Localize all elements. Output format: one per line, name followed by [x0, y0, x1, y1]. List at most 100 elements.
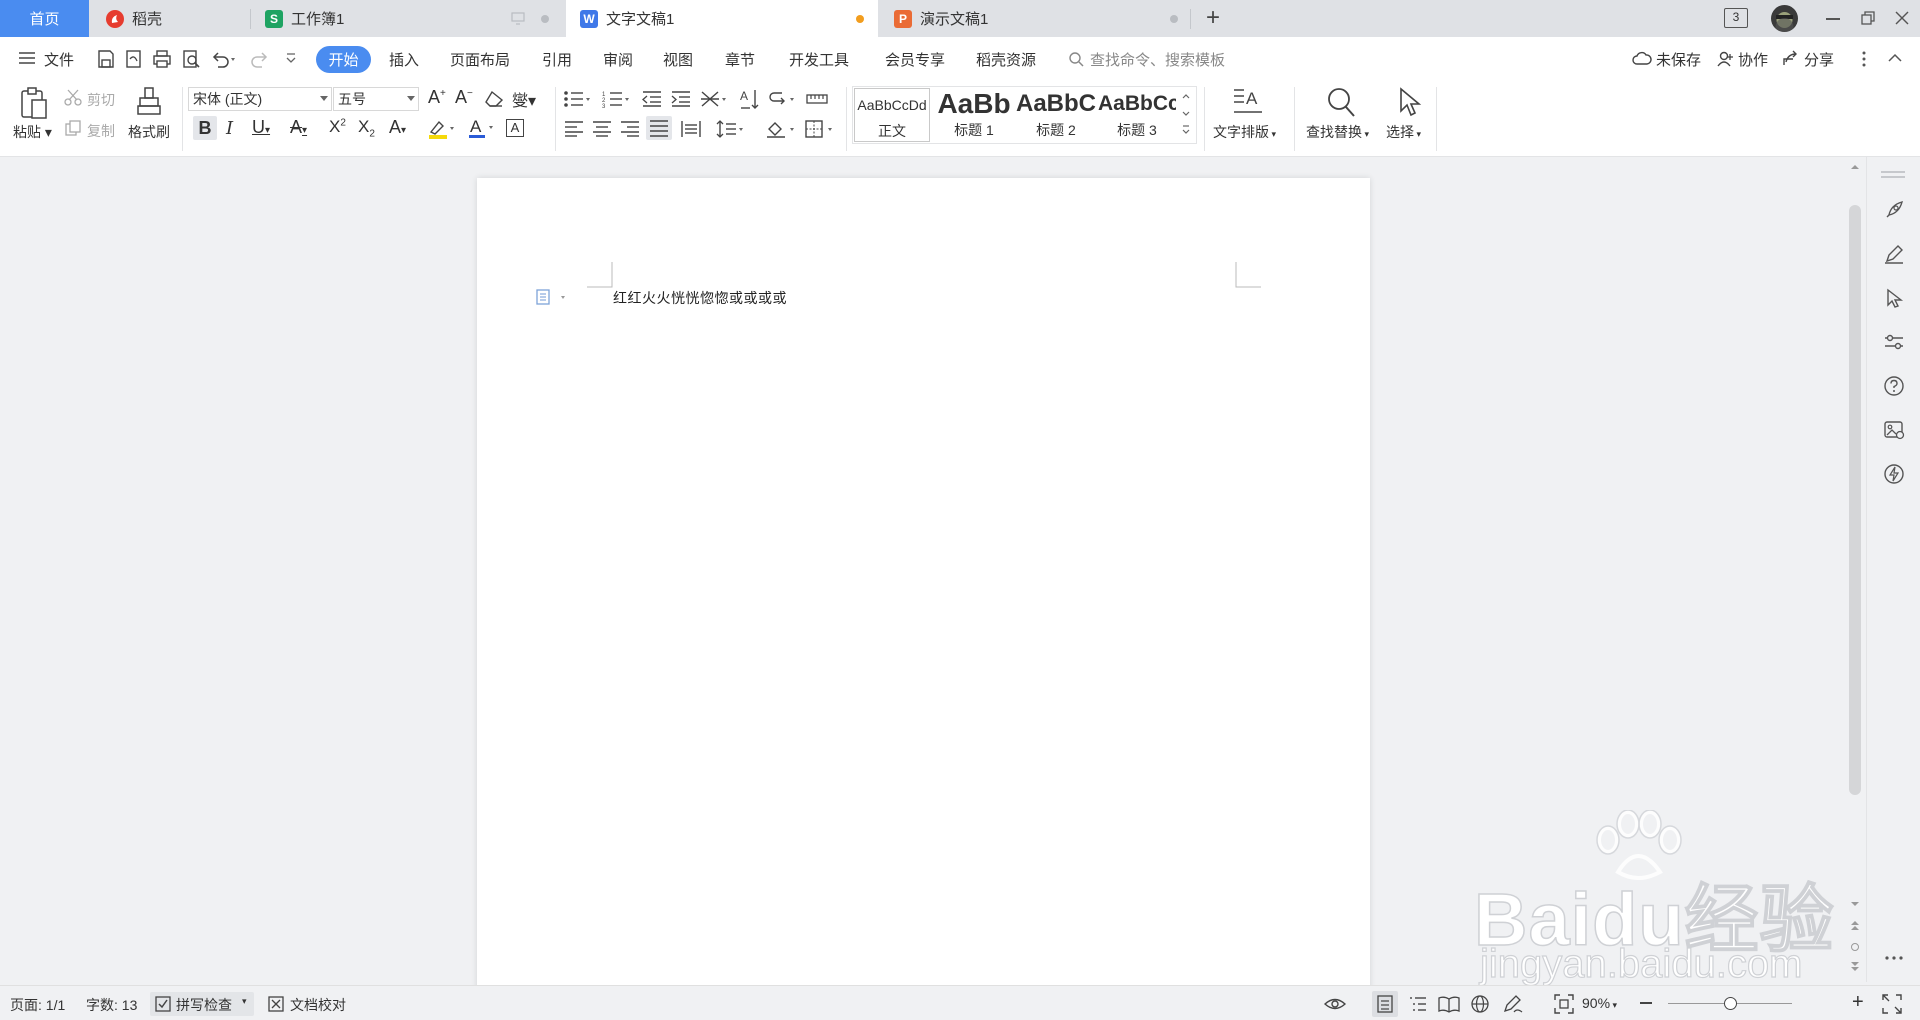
export-pdf-icon[interactable]	[124, 49, 144, 69]
menu-developer[interactable]: 开发工具	[789, 49, 849, 70]
bullet-list-icon[interactable]	[563, 90, 593, 108]
zoom-out-button[interactable]	[1640, 1002, 1652, 1004]
italic-button[interactable]: I	[226, 118, 233, 139]
style-normal[interactable]: AaBbCcDd 正文	[854, 88, 930, 142]
align-left-icon[interactable]	[564, 120, 584, 138]
fullscreen-icon[interactable]	[1882, 994, 1902, 1014]
highlight-icon[interactable]	[427, 118, 455, 140]
word-count[interactable]: 字数: 13	[86, 995, 137, 1015]
image-tool-icon[interactable]	[1883, 419, 1905, 441]
zoom-slider-thumb[interactable]	[1724, 997, 1737, 1010]
tab-status-dot[interactable]	[541, 15, 549, 23]
window-count-button[interactable]: 3	[1724, 8, 1748, 28]
menu-review[interactable]: 审阅	[603, 49, 633, 70]
hamburger-icon[interactable]	[18, 51, 36, 65]
share-button[interactable]: 分享	[1804, 49, 1834, 70]
scroll-down-icon[interactable]	[1850, 900, 1860, 908]
cut-button[interactable]: 剪切	[87, 90, 115, 110]
font-color-icon[interactable]: A	[468, 117, 496, 139]
paste-button[interactable]: 粘贴 ▾	[13, 122, 52, 142]
more-panel-icon[interactable]	[1883, 955, 1905, 961]
distributed-align-icon[interactable]	[680, 119, 702, 139]
print-preview-icon[interactable]	[181, 49, 201, 69]
menu-page-layout[interactable]: 页面布局	[450, 49, 510, 70]
save-icon[interactable]	[96, 49, 116, 69]
pen-icon[interactable]	[1883, 243, 1905, 265]
undo-icon[interactable]	[210, 49, 236, 69]
unsaved-status-button[interactable]: 未保存	[1656, 49, 1701, 70]
help-icon[interactable]	[1883, 375, 1905, 397]
pointer-icon[interactable]	[1883, 287, 1905, 309]
shading-icon[interactable]	[765, 119, 797, 139]
lightning-icon[interactable]	[1883, 463, 1905, 485]
paragraph-options-icon[interactable]	[535, 288, 569, 306]
borders-icon[interactable]	[804, 119, 836, 139]
page-view-button[interactable]	[1372, 991, 1398, 1017]
tab-home-ribbon[interactable]: 开始	[316, 46, 371, 73]
proofread-button[interactable]: 文档校对	[290, 995, 346, 1015]
more-options-icon[interactable]	[1862, 51, 1866, 67]
tab-presentation1[interactable]: P 演示文稿1	[880, 0, 1190, 37]
menu-member[interactable]: 会员专享	[885, 49, 945, 70]
menu-insert[interactable]: 插入	[389, 49, 419, 70]
tab-daoke[interactable]: 稻壳	[96, 0, 246, 37]
menu-daoke-resources[interactable]: 稻壳资源	[976, 49, 1036, 70]
rocket-icon[interactable]	[1883, 199, 1905, 221]
sort-icon[interactable]: A	[740, 88, 760, 110]
text-effect-button[interactable]: A▾	[389, 117, 406, 138]
document-page[interactable]: 红红火火恍恍惚惚或或或或	[477, 178, 1370, 1020]
scroll-up-icon[interactable]	[1850, 163, 1860, 171]
outline-view-icon[interactable]	[1408, 995, 1428, 1013]
line-spacing-icon[interactable]	[716, 119, 746, 139]
align-right-icon[interactable]	[620, 120, 640, 138]
strikethrough-button[interactable]: A▾	[290, 117, 307, 138]
writing-mode-icon[interactable]	[1502, 994, 1524, 1014]
bold-button[interactable]: B	[193, 116, 217, 140]
tab-document1[interactable]: W 文字文稿1	[566, 0, 878, 37]
tab-home[interactable]: 首页	[0, 0, 89, 37]
eye-protection-icon[interactable]	[1324, 995, 1346, 1013]
show-marks-icon[interactable]	[768, 90, 798, 108]
document-text[interactable]: 红红火火恍恍惚惚或或或或	[613, 288, 787, 308]
gallery-scroll-icon[interactable]	[1180, 90, 1192, 140]
shrink-font-icon[interactable]: A−	[455, 87, 473, 108]
tab-status-dot[interactable]	[1170, 15, 1178, 23]
reading-view-icon[interactable]	[1438, 995, 1460, 1013]
menu-references[interactable]: 引用	[542, 49, 572, 70]
spell-check-button[interactable]: 拼写检查 ▾	[150, 992, 254, 1016]
style-heading-3[interactable]: AaBbCc 标题 3	[1098, 88, 1176, 142]
unsaved-dot[interactable]	[856, 15, 864, 23]
restore-button[interactable]	[1860, 10, 1876, 26]
menu-file[interactable]: 文件	[44, 49, 74, 70]
clear-format-icon[interactable]	[484, 90, 504, 108]
minimize-button[interactable]	[1826, 18, 1840, 20]
grow-font-icon[interactable]: A+	[428, 87, 446, 108]
text-layout-button[interactable]: 文字排版 ▾	[1213, 122, 1276, 142]
close-button[interactable]	[1894, 10, 1910, 26]
command-search-input[interactable]: 查找命令、搜索模板	[1090, 49, 1225, 70]
browse-object-icon[interactable]	[1851, 943, 1859, 951]
collaborate-button[interactable]: 协作	[1738, 49, 1768, 70]
increase-indent-icon[interactable]	[670, 90, 692, 108]
subscript-button[interactable]: X2	[358, 117, 375, 139]
settings-sliders-icon[interactable]	[1883, 331, 1905, 353]
previous-page-icon[interactable]	[1850, 920, 1860, 932]
char-border-icon[interactable]: A	[506, 119, 524, 137]
font-name-select[interactable]: 宋体 (正文)	[188, 87, 332, 111]
menu-view[interactable]: 视图	[663, 49, 693, 70]
web-view-icon[interactable]	[1470, 994, 1490, 1014]
customize-toolbar-icon[interactable]	[285, 52, 297, 66]
fit-page-icon[interactable]	[1554, 994, 1574, 1014]
tab-ruler-icon[interactable]	[806, 91, 828, 105]
align-center-icon[interactable]	[592, 120, 612, 138]
page-indicator[interactable]: 页面: 1/1	[10, 995, 65, 1015]
underline-button[interactable]: U▾	[252, 117, 270, 138]
font-size-select[interactable]: 五号	[333, 87, 419, 111]
find-replace-button[interactable]: 查找替换 ▾	[1306, 122, 1369, 142]
chinese-layout-icon[interactable]	[699, 89, 729, 109]
next-page-icon[interactable]	[1850, 960, 1860, 972]
menu-chapter[interactable]: 章节	[725, 49, 755, 70]
redo-icon[interactable]	[250, 49, 270, 69]
scrollbar-thumb[interactable]	[1849, 205, 1861, 795]
zoom-select[interactable]: 90% ▾	[1582, 995, 1617, 1011]
